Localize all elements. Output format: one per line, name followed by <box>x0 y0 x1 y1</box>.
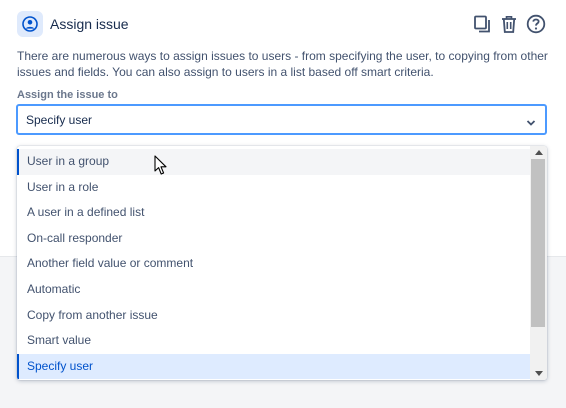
scrollbar-thumb[interactable] <box>531 159 545 327</box>
scrollbar[interactable] <box>530 146 547 380</box>
page-title: Assign issue <box>50 16 129 32</box>
option-copy-from-issue[interactable]: Copy from another issue <box>17 303 530 329</box>
copy-icon[interactable] <box>470 12 494 36</box>
option-another-field-value[interactable]: Another field value or comment <box>17 251 530 277</box>
description-text: There are numerous ways to assign issues… <box>17 49 548 79</box>
option-user-in-role[interactable]: User in a role <box>17 175 530 201</box>
option-specify-user[interactable]: Specify user <box>17 353 530 380</box>
field-label: Assign the issue to <box>17 89 118 101</box>
assign-select[interactable]: Specify user <box>16 104 547 135</box>
option-smart-value[interactable]: Smart value <box>17 328 530 354</box>
option-user-in-group[interactable]: User in a group <box>17 149 530 175</box>
option-user-in-defined-list[interactable]: A user in a defined list <box>17 200 530 226</box>
user-avatar-icon <box>17 11 43 37</box>
scroll-up-arrow-icon[interactable] <box>530 146 547 159</box>
scroll-down-arrow-icon[interactable] <box>530 367 547 380</box>
mouse-pointer-icon <box>154 155 168 176</box>
select-value: Specify user <box>26 113 93 127</box>
dropdown-options: User in a group User in a role A user in… <box>17 149 530 380</box>
dropdown-menu: User in a group User in a role A user in… <box>17 146 547 380</box>
trash-icon[interactable] <box>497 12 521 36</box>
option-on-call-responder[interactable]: On-call responder <box>17 226 530 252</box>
panel-header: Assign issue <box>17 11 549 37</box>
help-icon[interactable] <box>524 12 548 36</box>
option-automatic[interactable]: Automatic <box>17 277 530 303</box>
chevron-down-icon <box>526 115 536 126</box>
